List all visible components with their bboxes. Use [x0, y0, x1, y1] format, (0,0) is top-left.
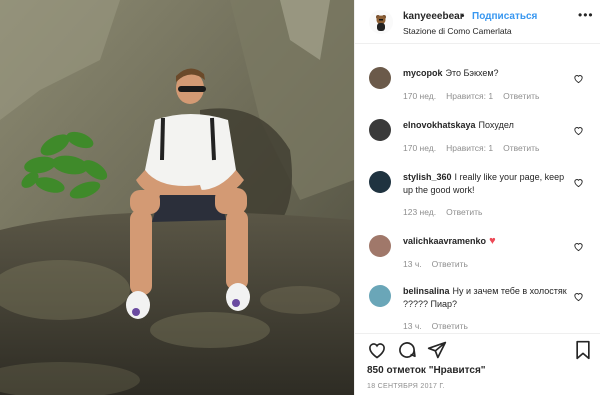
reply-button[interactable]: Ответить: [432, 321, 468, 331]
comment-body: valichkaavramenko ♥: [403, 235, 571, 248]
reply-button[interactable]: Ответить: [503, 91, 539, 101]
header-separator: •: [461, 11, 465, 22]
comment-time: 123 нед.: [403, 207, 437, 217]
comment-meta: 170 нед. Нравится: 1 Ответить: [403, 91, 549, 101]
comment-meta: 123 нед. Ответить: [403, 207, 492, 217]
comment-username[interactable]: belinsalina: [403, 286, 450, 296]
comment-username[interactable]: valichkaavramenko: [403, 236, 486, 246]
more-options-icon[interactable]: •••: [578, 8, 594, 22]
red-heart-emoji: ♥: [489, 235, 496, 247]
comment-username[interactable]: mycopok: [403, 68, 443, 78]
comment-body: elnovokhatskaya Похудел: [403, 119, 571, 132]
comment-username[interactable]: stylish_360: [403, 172, 452, 182]
heart-icon[interactable]: [573, 291, 584, 302]
comment-meta: 170 нед. Нравится: 1 Ответить: [403, 143, 549, 153]
reply-button[interactable]: Ответить: [503, 143, 539, 153]
commenter-avatar[interactable]: [369, 171, 391, 193]
post-image: [0, 0, 354, 395]
bookmark-icon[interactable]: [573, 340, 593, 360]
post-actions-bar: [355, 333, 600, 363]
comment-body: belinsalina Ну и зачем тебе в холостяк ??…: [403, 285, 571, 311]
comment-likes[interactable]: Нравится: 1: [446, 143, 493, 153]
comment-username[interactable]: elnovokhatskaya: [403, 120, 476, 130]
like-heart-icon[interactable]: [367, 340, 387, 360]
post-header: kanyeeebear • Подписаться Stazione di Co…: [355, 0, 600, 44]
bear-avatar-icon: [369, 10, 393, 34]
heart-icon[interactable]: [573, 125, 584, 136]
post-location[interactable]: Stazione di Como Camerlata: [403, 26, 512, 36]
comment-time: 13 ч.: [403, 321, 422, 331]
heart-icon[interactable]: [573, 177, 584, 188]
commenter-avatar[interactable]: [369, 67, 391, 89]
commenter-avatar[interactable]: [369, 235, 391, 257]
reply-button[interactable]: Ответить: [432, 259, 468, 269]
comment-body: mycopok Это Бэкхем?: [403, 67, 571, 80]
follow-button[interactable]: Подписаться: [472, 11, 537, 22]
comment-meta: 13 ч. Ответить: [403, 259, 478, 269]
author-username[interactable]: kanyeeebear: [403, 11, 464, 22]
comment-meta: 13 ч. Ответить: [403, 321, 478, 331]
comment-icon[interactable]: [397, 340, 417, 360]
reply-button[interactable]: Ответить: [446, 207, 482, 217]
heart-icon[interactable]: [573, 73, 584, 84]
commenter-avatar[interactable]: [369, 285, 391, 307]
post-date: 18 СЕНТЯБРЯ 2017 Г.: [367, 383, 445, 390]
heart-icon[interactable]: [573, 241, 584, 252]
post-side-panel: kanyeeebear • Подписаться Stazione di Co…: [354, 0, 600, 395]
comment-text: Похудел: [478, 120, 514, 130]
comment-body: stylish_360 I really like your page, keep…: [403, 171, 571, 197]
comment-time: 13 ч.: [403, 259, 422, 269]
comments-list[interactable]: mycopok Это Бэкхем? 170 нед. Нравится: 1 От…: [355, 45, 600, 332]
likes-count[interactable]: 850 отметок "Нравится": [367, 365, 486, 376]
share-icon[interactable]: [427, 340, 447, 360]
comment-likes[interactable]: Нравится: 1: [446, 91, 493, 101]
comment-time: 170 нед.: [403, 91, 437, 101]
comment-text: Это Бэкхем?: [445, 68, 499, 78]
commenter-avatar[interactable]: [369, 119, 391, 141]
comment-time: 170 нед.: [403, 143, 437, 153]
post-photo[interactable]: [0, 0, 354, 395]
author-avatar[interactable]: [369, 10, 393, 34]
